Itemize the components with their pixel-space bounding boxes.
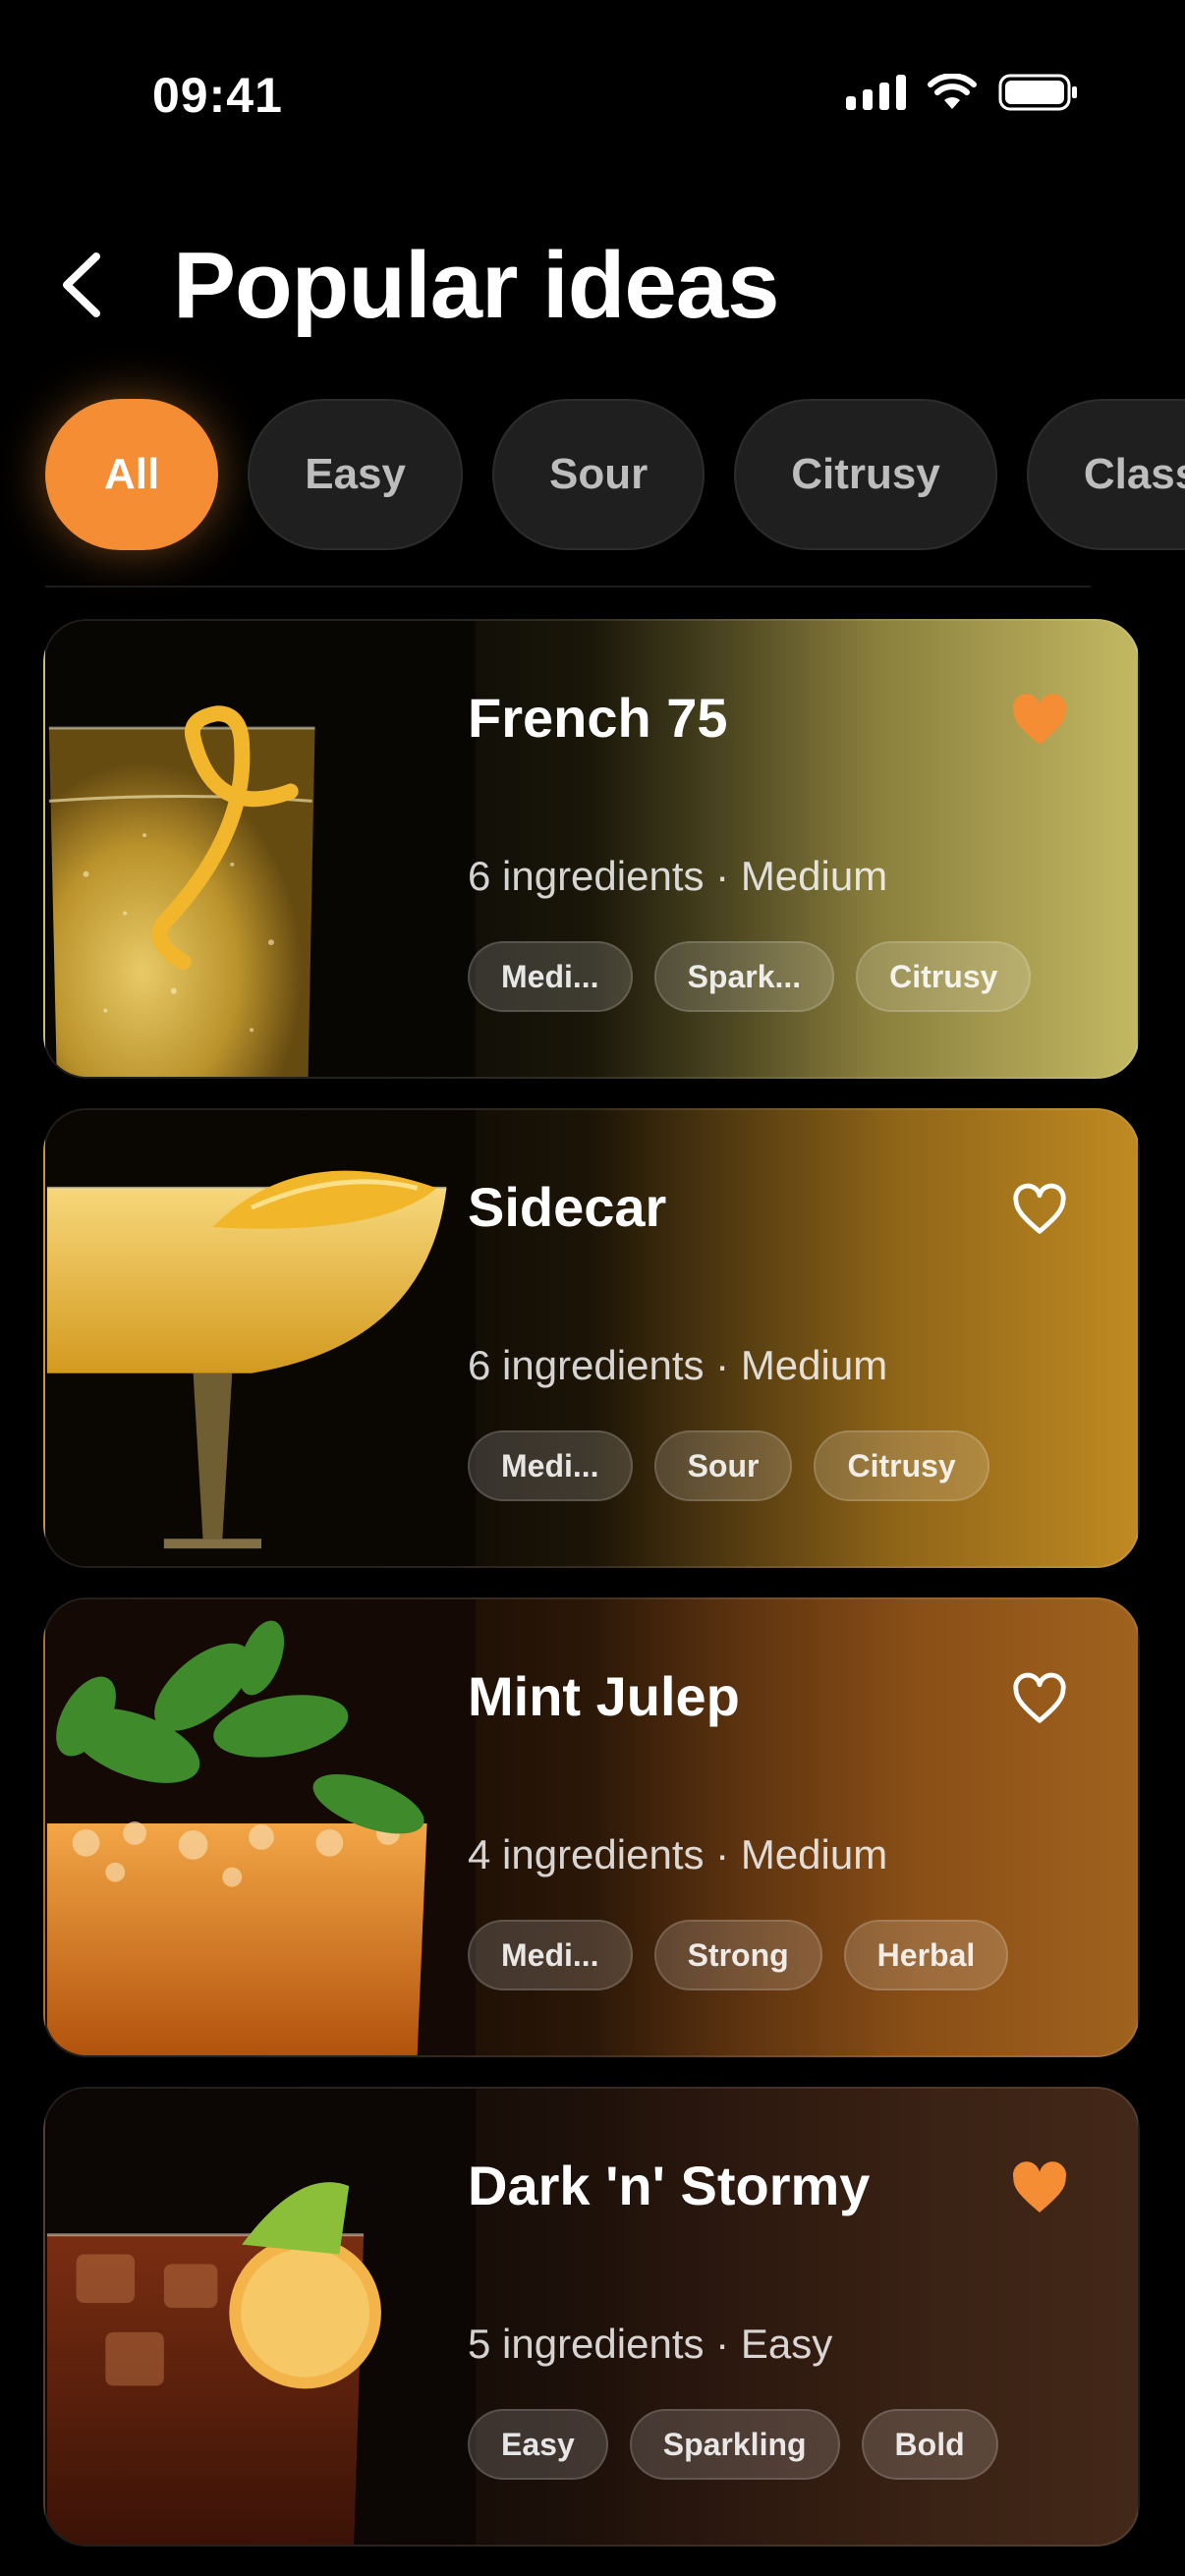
recipe-meta: 6 ingredients · Medium (468, 1342, 888, 1388)
chip-class[interactable]: Class (1026, 399, 1185, 550)
french-75-photo (46, 621, 477, 1077)
heart-outline-icon[interactable] (1008, 1668, 1071, 1731)
recipe-tags: Easy Sparkling Bold (468, 2409, 998, 2480)
tag: Easy (468, 2409, 608, 2480)
tag: Spark... (653, 941, 835, 1012)
recipe-title: Mint Julep (468, 1665, 740, 1727)
mint-julep-photo (46, 1599, 477, 2055)
recipe-tags: Medi... Sour Citrusy (468, 1430, 989, 1501)
recipe-card-sidecar[interactable]: Sidecar 6 ingredients · Medium Medi... S… (43, 1108, 1140, 1568)
tag: Strong (653, 1920, 822, 1990)
recipe-title: French 75 (468, 687, 728, 749)
recipe-title: Sidecar (468, 1176, 667, 1238)
tag: Medi... (468, 1430, 633, 1501)
divider (45, 586, 1091, 588)
tag: Sour (653, 1430, 793, 1501)
recipe-title: Dark 'n' Stormy (468, 2155, 871, 2216)
tag: Herbal (843, 1920, 1009, 1990)
sidecar-photo (46, 1110, 477, 1566)
wifi-icon (928, 74, 977, 109)
recipe-tags: Medi... Spark... Citrusy (468, 941, 1032, 1012)
heart-filled-icon[interactable] (1008, 2157, 1071, 2220)
chip-all[interactable]: All (45, 399, 219, 550)
battery-icon (998, 74, 1077, 111)
recipe-card-mint-julep[interactable]: Mint Julep 4 ingredients · Medium Medi..… (43, 1597, 1140, 2057)
page-title: Popular ideas (173, 233, 780, 338)
recipe-meta: 6 ingredients · Medium (468, 853, 888, 899)
tag: Sparkling (629, 2409, 840, 2480)
status-time: 09:41 (152, 68, 283, 123)
recipe-card-dark-n-stormy[interactable]: Dark 'n' Stormy 5 ingredients · Easy Eas… (43, 2087, 1140, 2547)
heart-outline-icon[interactable] (1008, 1179, 1071, 1242)
recipe-meta: 5 ingredients · Easy (468, 2321, 833, 2367)
chip-sour[interactable]: Sour (492, 399, 705, 550)
heart-filled-icon[interactable] (1008, 690, 1071, 753)
screen: 09:41 Popular ideas All Easy Sour Citrus… (0, 0, 1185, 2576)
tag: Citrusy (814, 1430, 989, 1501)
recipe-card-french-75[interactable]: French 75 6 ingredients · Medium Medi...… (43, 619, 1140, 1079)
tag: Citrusy (856, 941, 1032, 1012)
dark-n-stormy-photo (46, 2089, 477, 2545)
filter-chips: All Easy Sour Citrusy Class (45, 399, 1185, 550)
back-button[interactable] (51, 246, 110, 324)
tag: Medi... (468, 941, 633, 1012)
chip-easy[interactable]: Easy (248, 399, 463, 550)
recipe-tags: Medi... Strong Herbal (468, 1920, 1009, 1990)
tag: Bold (861, 2409, 998, 2480)
chip-citrusy[interactable]: Citrusy (734, 399, 997, 550)
recipe-meta: 4 ingredients · Medium (468, 1831, 888, 1877)
tag: Medi... (468, 1920, 633, 1990)
chevron-left-icon (63, 252, 100, 317)
cellular-signal-icon (846, 75, 906, 110)
status-icons (846, 73, 1079, 112)
